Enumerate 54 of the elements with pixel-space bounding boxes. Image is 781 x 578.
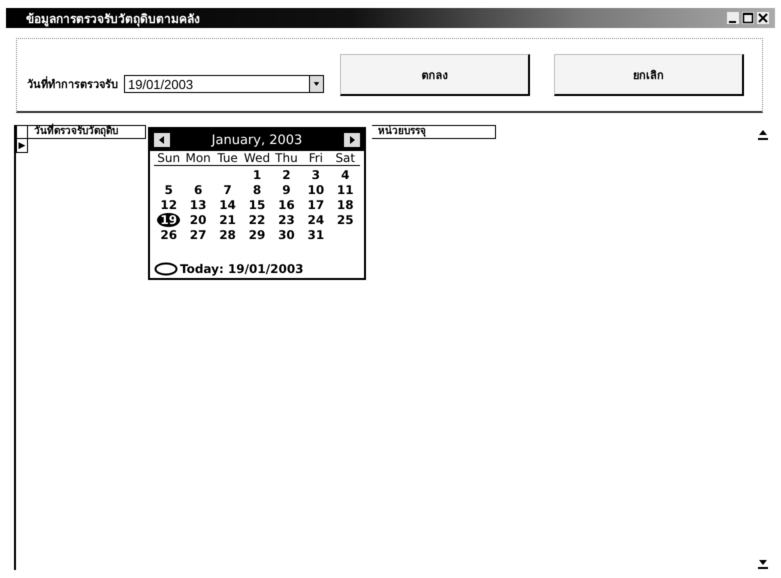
cancel-button[interactable]: ยกเลิก (554, 54, 744, 96)
weekday-label: Sat (334, 151, 356, 165)
weekday-label: Tue (216, 151, 239, 165)
column-header[interactable]: หน่วยบรรจุ (372, 125, 496, 139)
calendar-day[interactable]: 7 (220, 183, 235, 197)
close-icon[interactable] (757, 12, 769, 24)
calendar-day[interactable]: 29 (246, 228, 268, 242)
calendar-day[interactable]: 14 (216, 198, 239, 212)
calendar-day[interactable]: 4 (338, 168, 352, 182)
calendar-day[interactable]: 6 (190, 183, 206, 197)
previous-month-icon[interactable] (154, 133, 170, 147)
calendar-day[interactable]: 10 (304, 183, 328, 197)
minimize-icon[interactable] (727, 12, 739, 24)
today-oval-icon (154, 262, 178, 276)
ok-button[interactable]: ตกลง (340, 54, 530, 96)
calendar-day[interactable]: 30 (275, 228, 298, 242)
calendar-day[interactable]: 1 (250, 168, 264, 182)
weekday-label: Wed (242, 151, 272, 165)
calendar-day[interactable]: 20 (186, 213, 210, 227)
calendar-day[interactable]: 2 (279, 168, 294, 182)
calendar-day[interactable]: 25 (334, 213, 357, 227)
calendar-day[interactable]: 26 (157, 228, 180, 242)
calendar-day[interactable]: 9 (279, 183, 294, 197)
column-header[interactable]: วันที่ตรวจรับวัตถุดิบ (28, 125, 146, 139)
calendar-day[interactable]: 16 (275, 198, 298, 212)
weekday-label: Thu (274, 151, 299, 165)
calendar-day[interactable]: 13 (186, 198, 210, 212)
date-label: วันที่ทำการตรวจรับ (27, 75, 118, 93)
calendar-day[interactable]: 11 (334, 183, 357, 197)
window-title: ข้อมูลการตรวจรับวัตถุดิบตามคลัง (26, 10, 201, 28)
weekday-label: Fri (308, 151, 324, 165)
calendar-day[interactable]: 27 (186, 228, 210, 242)
date-field[interactable]: 19/01/2003 (124, 75, 309, 93)
calendar-day[interactable]: 18 (334, 198, 357, 212)
weekday-label: Mon (184, 151, 212, 165)
calendar-day[interactable]: 21 (216, 213, 239, 227)
calendar-day[interactable]: 3 (308, 168, 324, 182)
calendar-day[interactable]: 12 (157, 198, 180, 212)
calendar-day[interactable]: 24 (304, 213, 328, 227)
calendar-day[interactable]: 19 (157, 213, 180, 227)
calendar-day[interactable]: 31 (304, 228, 328, 242)
today-link[interactable]: Today: 19/01/2003 (180, 262, 304, 276)
calendar-day[interactable]: 5 (162, 183, 176, 197)
calendar-day[interactable]: 15 (246, 198, 268, 212)
calendar-day[interactable]: 28 (216, 228, 239, 242)
weekday-label: Sun (156, 151, 182, 165)
month-title: January, 2003 (212, 132, 302, 148)
calendar-day[interactable]: 22 (246, 213, 268, 227)
calendar-day[interactable]: 17 (304, 198, 328, 212)
next-month-icon[interactable] (344, 133, 360, 147)
maximize-icon[interactable] (742, 12, 754, 24)
calendar-day[interactable]: 8 (250, 183, 264, 197)
row-indicator: ▶ (16, 139, 28, 153)
calendar-day[interactable]: 23 (275, 213, 298, 227)
